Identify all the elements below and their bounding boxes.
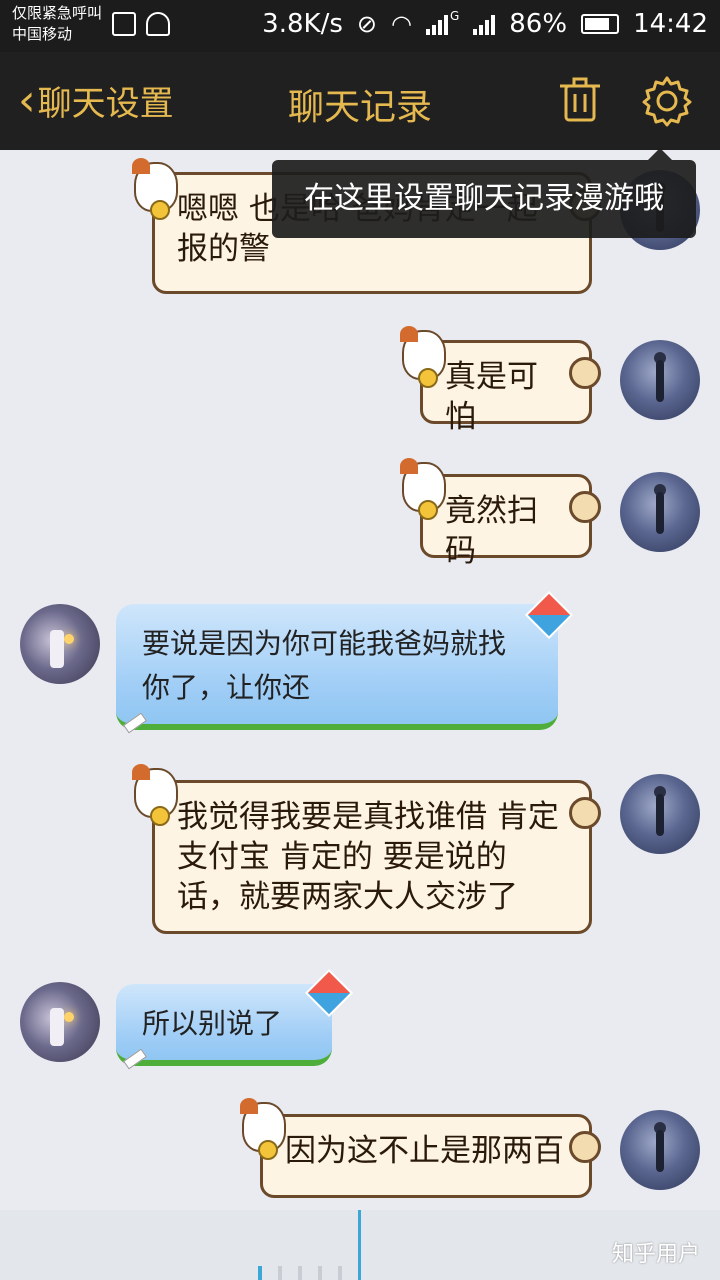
scrub-ticks <box>258 1266 342 1280</box>
message-text: 要说是因为你可能我爸妈就找你了，让你还 <box>142 627 507 704</box>
gear-icon[interactable] <box>640 74 694 128</box>
usb-icon <box>146 12 170 36</box>
nav-bar: ‹ 聊天设置 聊天记录 <box>0 52 720 150</box>
cat-sticker-icon <box>132 764 178 826</box>
mute-icon: ⊘ <box>356 10 377 38</box>
message-bubble[interactable]: 所以别说了 <box>116 984 332 1066</box>
signal-icon-2 <box>473 13 496 35</box>
page-title: 聊天记录 <box>287 87 432 128</box>
notification-icons <box>112 12 170 36</box>
battery-percent: 86% <box>509 9 568 39</box>
bottom-scrubber[interactable]: 知乎用户 <box>0 1210 720 1280</box>
carrier-info: 仅限紧急呼叫 中国移动 <box>12 3 102 45</box>
avatar[interactable] <box>620 340 700 420</box>
message-text: 我觉得我要是真找谁借 肯定支付宝 肯定的 要是说的话，就要两家大人交涉了 <box>177 799 559 915</box>
cat-sticker-icon <box>132 158 178 220</box>
watermark: 知乎用户 <box>611 1242 700 1267</box>
network-type: G <box>449 9 460 23</box>
message-bubble[interactable]: 要说是因为你可能我爸妈就找你了，让你还 <box>116 604 558 730</box>
message-text: 竟然扫码 <box>445 493 538 569</box>
message-bubble[interactable]: 因为这不止是那两百 <box>260 1114 601 1198</box>
avatar[interactable] <box>620 472 700 552</box>
net-speed: 3.8K/s <box>262 9 343 39</box>
cat-sticker-icon <box>400 458 446 520</box>
carrier-name: 中国移动 <box>12 25 73 43</box>
avatar[interactable] <box>620 774 700 854</box>
wifi-icon: ◠ <box>391 10 412 38</box>
message-text: 真是可怕 <box>445 359 538 435</box>
avatar[interactable] <box>20 982 100 1062</box>
status-right: 3.8K/s ⊘ ◠ G 86% 14:42 <box>262 9 708 39</box>
image-icon <box>112 12 136 36</box>
emergency-text: 仅限紧急呼叫 <box>12 4 103 22</box>
message-text: 所以别说了 <box>142 1007 283 1040</box>
cat-sticker-icon <box>400 326 446 388</box>
clock: 14:42 <box>633 9 708 39</box>
roaming-tooltip[interactable]: 在这里设置聊天记录漫游哦 <box>272 148 696 238</box>
message-bubble[interactable]: 我觉得我要是真找谁借 肯定支付宝 肯定的 要是说的话，就要两家大人交涉了 <box>152 780 601 934</box>
battery-icon <box>581 14 620 34</box>
cat-sticker-icon <box>240 1098 286 1160</box>
message-text: 因为这不止是那两百 <box>285 1133 564 1169</box>
trash-icon[interactable] <box>556 76 604 124</box>
avatar[interactable] <box>20 604 100 684</box>
signal-icon <box>425 13 448 35</box>
avatar[interactable] <box>620 1110 700 1190</box>
status-bar: 仅限紧急呼叫 中国移动 3.8K/s ⊘ ◠ G 86% 14:42 <box>0 0 720 52</box>
scrub-cursor[interactable] <box>358 1210 361 1280</box>
